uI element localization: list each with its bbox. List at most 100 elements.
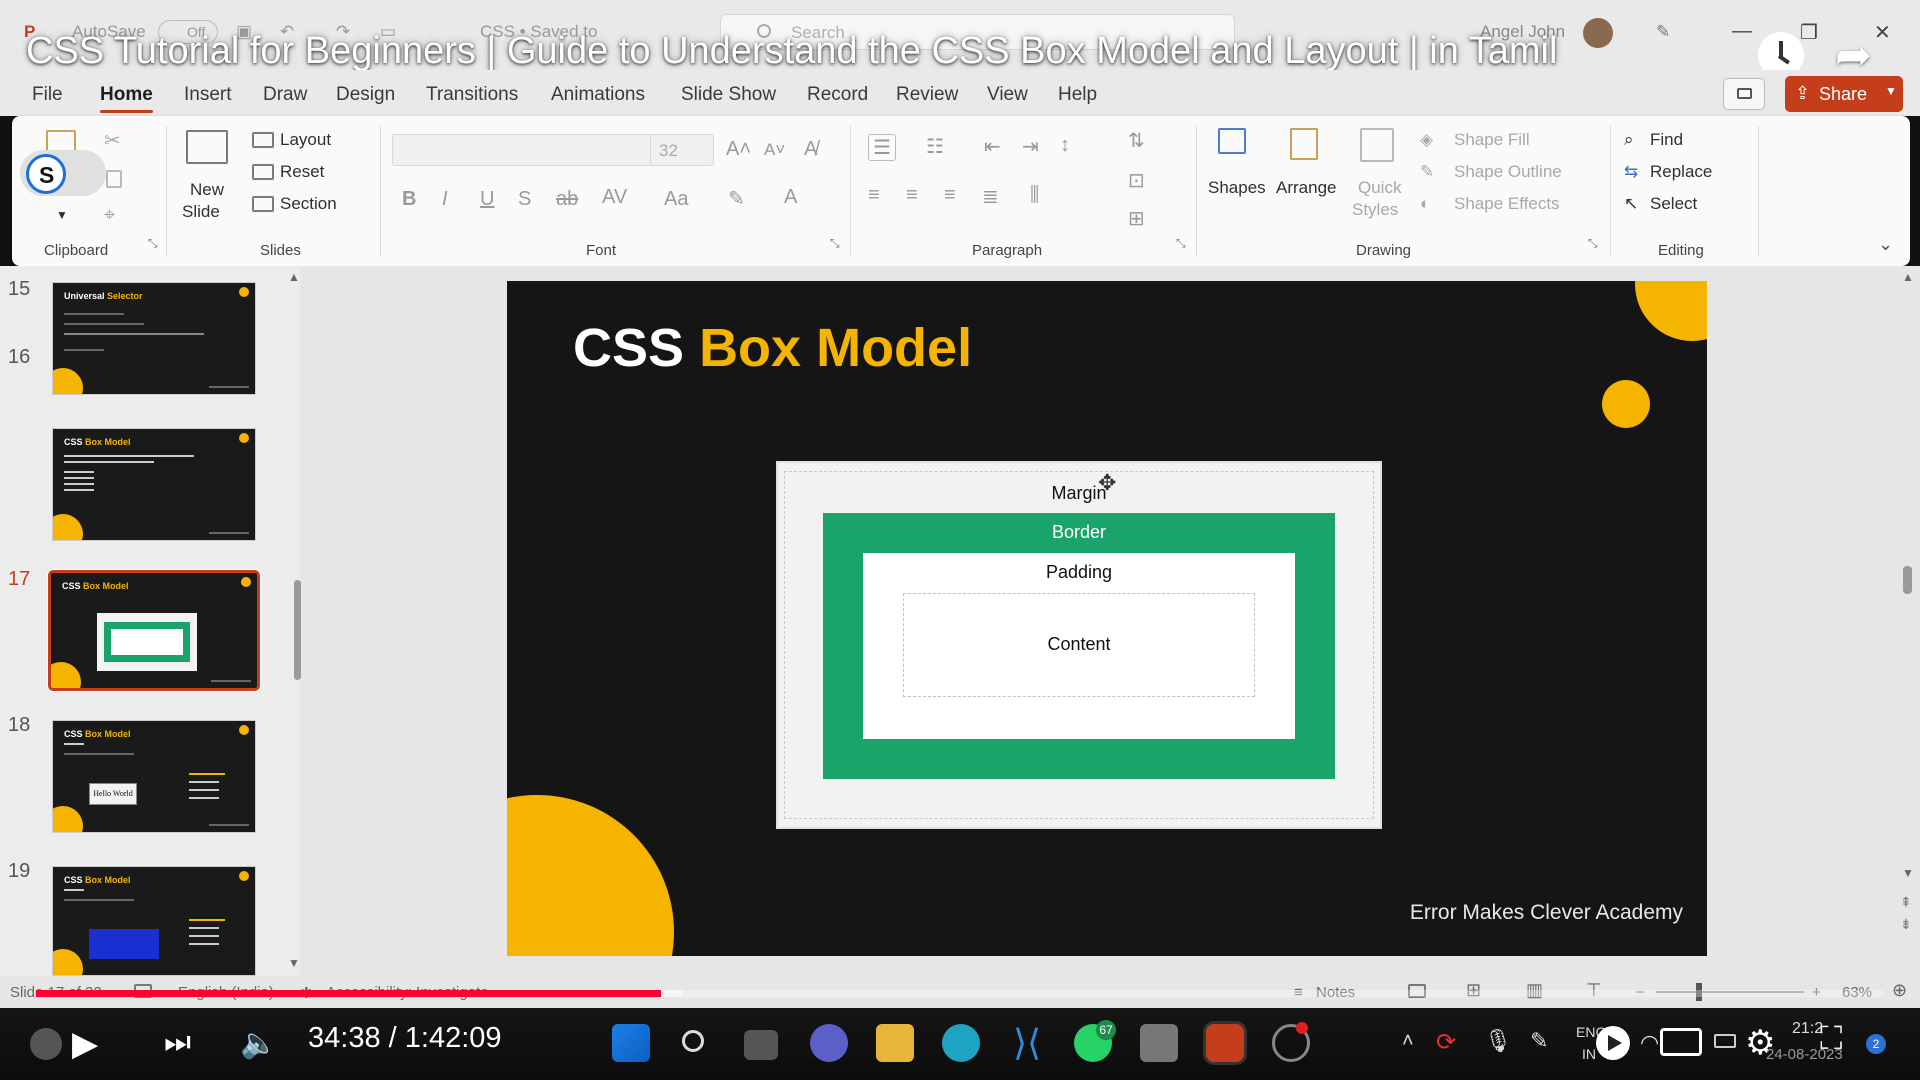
tab-view[interactable]: View: [987, 84, 1028, 106]
cut-icon[interactable]: ✂: [104, 128, 121, 153]
select-button[interactable]: Select: [1650, 194, 1697, 214]
char-spacing-icon[interactable]: AV: [602, 186, 627, 209]
quick-styles-icon[interactable]: [1360, 128, 1394, 162]
tab-design[interactable]: Design: [336, 84, 395, 106]
quick-styles-label-2[interactable]: Styles: [1352, 200, 1398, 220]
slide-canvas[interactable]: CSS Box Model Margin Border Padding Cont…: [507, 281, 1707, 956]
format-painter-icon[interactable]: ⌖: [104, 204, 115, 227]
tab-review[interactable]: Review: [896, 84, 958, 106]
drawing-launcher-icon[interactable]: ⤡: [1588, 236, 1598, 251]
scrollbar-thumb[interactable]: [1903, 566, 1912, 594]
avatar[interactable]: [1583, 18, 1613, 48]
highlight-icon[interactable]: ✎: [728, 186, 745, 211]
arrange-icon[interactable]: [1290, 128, 1318, 160]
tab-insert[interactable]: Insert: [184, 84, 232, 106]
smartart-icon[interactable]: ⊞: [1128, 206, 1145, 231]
font-launcher-icon[interactable]: ⤡: [830, 236, 840, 251]
tab-record[interactable]: Record: [807, 84, 868, 106]
bold-icon[interactable]: B: [402, 188, 416, 211]
underline-icon[interactable]: U: [480, 188, 494, 211]
tab-file[interactable]: File: [32, 84, 63, 106]
clock-time[interactable]: 21:2: [1792, 1020, 1823, 1038]
numbering-icon[interactable]: ☷: [926, 134, 944, 159]
snipping-tool-icon[interactable]: [1140, 1024, 1178, 1062]
grow-font-icon[interactable]: A˄: [726, 138, 751, 161]
close-icon[interactable]: ✕: [1874, 20, 1891, 45]
vscode-icon[interactable]: ⟩⟨: [1008, 1024, 1046, 1062]
battery-icon[interactable]: [1714, 1034, 1736, 1048]
video-title[interactable]: CSS Tutorial for Beginners | Guide to Un…: [26, 30, 1557, 73]
arrange-button[interactable]: Arrange: [1276, 178, 1336, 198]
scroll-up-icon[interactable]: ▲: [1902, 270, 1914, 284]
text-direction-icon[interactable]: ⇅: [1128, 128, 1145, 153]
file-explorer-icon[interactable]: [876, 1024, 914, 1062]
tab-home[interactable]: Home: [100, 84, 153, 113]
pen-tray-icon[interactable]: ✎: [1530, 1028, 1548, 1054]
increase-indent-icon[interactable]: ⇥: [1022, 134, 1039, 159]
box-model-border[interactable]: Border Padding Content: [823, 513, 1335, 779]
reset-button[interactable]: Reset: [280, 162, 324, 182]
shapes-icon[interactable]: [1218, 128, 1246, 154]
tab-help[interactable]: Help: [1058, 84, 1097, 106]
sync-icon[interactable]: ⟳: [1436, 1028, 1456, 1057]
wifi-icon[interactable]: ◠: [1640, 1030, 1659, 1056]
clipboard-launcher-icon[interactable]: ⤡: [148, 236, 158, 251]
previous-slide-icon[interactable]: ⇞: [1900, 894, 1912, 911]
slide-scrollbar[interactable]: ▲ ▼ ⇞ ⇟: [1898, 266, 1918, 976]
columns-icon[interactable]: ⫼: [1030, 184, 1039, 207]
section-button[interactable]: Section: [280, 194, 337, 214]
font-color-icon[interactable]: A: [784, 186, 797, 209]
restore-icon[interactable]: ❐: [1800, 20, 1818, 45]
new-slide-icon[interactable]: [186, 130, 228, 164]
font-name-select[interactable]: [392, 134, 652, 166]
pen-icon[interactable]: ✎: [1656, 22, 1670, 42]
next-slide-icon[interactable]: ⇟: [1900, 916, 1912, 933]
microphone-icon[interactable]: 🎙: [1484, 1028, 1512, 1054]
language-bottom[interactable]: IN: [1582, 1046, 1596, 1062]
video-progress-bar[interactable]: [36, 990, 1884, 997]
minimize-icon[interactable]: —: [1732, 20, 1752, 43]
slide-thumbnail-18[interactable]: CSS Box Model Hello World: [52, 720, 256, 833]
scroll-up-icon[interactable]: ▲: [288, 270, 300, 284]
align-right-icon[interactable]: ≡: [944, 184, 956, 207]
slide-thumbnail-17[interactable]: CSS Box Model: [47, 569, 261, 692]
paragraph-launcher-icon[interactable]: ⤡: [1176, 236, 1186, 251]
shadow-icon[interactable]: S: [518, 188, 531, 211]
task-view-icon[interactable]: [744, 1030, 778, 1060]
paste-chevron-icon[interactable]: ▼: [56, 208, 68, 222]
scroll-down-icon[interactable]: ▼: [1902, 866, 1914, 880]
edge-icon[interactable]: [942, 1024, 980, 1062]
quick-styles-label[interactable]: Quick: [1358, 178, 1401, 198]
shape-effects-button[interactable]: Shape Effects: [1454, 194, 1560, 214]
align-text-icon[interactable]: ⊡: [1128, 168, 1145, 193]
tray-overflow-icon[interactable]: ˄: [1402, 1030, 1414, 1053]
new-slide-label[interactable]: New: [190, 180, 224, 200]
layout-button[interactable]: Layout: [280, 130, 331, 150]
shrink-font-icon[interactable]: A˅: [764, 140, 785, 160]
fullscreen-exit-icon[interactable]: ⛶: [1820, 1020, 1842, 1058]
line-spacing-icon[interactable]: ↕: [1060, 134, 1070, 157]
scrollbar-thumb[interactable]: [294, 580, 301, 680]
screencast-badge[interactable]: S: [20, 150, 106, 196]
strikethrough-icon[interactable]: ab: [556, 188, 578, 211]
volume-icon[interactable]: 🔈: [240, 1026, 277, 1061]
tab-animations[interactable]: Animations: [551, 84, 645, 106]
effects-icon[interactable]: ◐: [1420, 194, 1430, 214]
scroll-down-icon[interactable]: ▼: [288, 956, 300, 970]
slide-title[interactable]: CSS Box Model: [573, 317, 972, 379]
find-button[interactable]: Find: [1650, 130, 1683, 150]
new-slide-label-2[interactable]: Slide: [182, 202, 220, 222]
windows-start-icon[interactable]: [612, 1024, 650, 1062]
slide-thumbnail-19[interactable]: CSS Box Model: [52, 866, 256, 976]
notification-badge[interactable]: 2: [1866, 1034, 1886, 1054]
change-case-icon[interactable]: Aa: [664, 188, 688, 211]
layout-icon[interactable]: [252, 132, 274, 148]
outline-pen-icon[interactable]: ✎: [1420, 162, 1434, 182]
share-button[interactable]: ⇪ Share ▼: [1785, 76, 1903, 112]
replace-button[interactable]: Replace: [1650, 162, 1712, 182]
box-model-padding[interactable]: Padding Content: [863, 553, 1295, 739]
collapse-ribbon-icon[interactable]: ⌄: [1878, 234, 1893, 255]
section-icon[interactable]: [252, 196, 274, 212]
taskbar-search-icon[interactable]: [676, 1024, 714, 1062]
bullets-icon[interactable]: ☰: [868, 134, 896, 161]
